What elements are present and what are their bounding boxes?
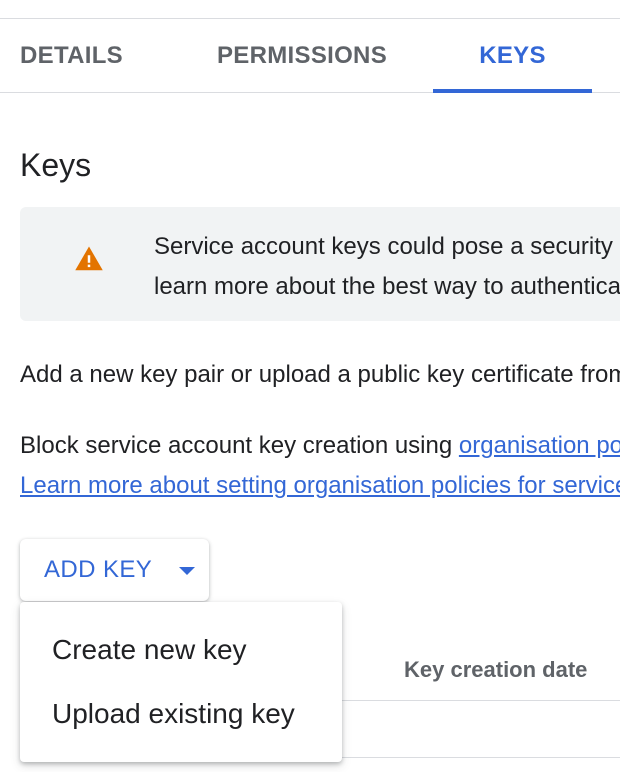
block-creation-prefix: Block service account key creation using [20,432,459,459]
block-creation-text: Block service account key creation using… [20,426,620,466]
menu-item-upload-existing-key[interactable]: Upload existing key [20,682,342,746]
active-tab-indicator [433,89,592,93]
column-header-key-creation-date[interactable]: Key creation date [404,640,587,700]
page: DETAILS PERMISSIONS KEYS Keys Service ac… [0,0,620,772]
menu-item-create-new-key[interactable]: Create new key [20,618,342,682]
tab-details[interactable]: DETAILS [20,19,123,92]
tab-permissions[interactable]: PERMISSIONS [217,19,387,92]
tab-keys-label: KEYS [479,42,546,69]
learn-more-link[interactable]: Learn more about setting organisation po… [20,472,620,499]
learn-more-line: Learn more about setting organisation po… [20,466,620,506]
warning-banner: Service account keys could pose a securi… [20,207,620,321]
caret-down-icon [179,567,195,575]
warning-icon [75,246,103,271]
organisation-policies-link[interactable]: organisation policies. [459,432,620,459]
warning-line-1: Service account keys could pose a securi… [154,233,620,260]
warning-message: Service account keys could pose a securi… [154,227,620,307]
section-title: Keys [20,147,92,183]
add-key-button[interactable]: ADD KEY [20,539,209,601]
warning-line-2: learn more about the best way to authent… [154,273,620,300]
add-key-description: Add a new key pair or upload a public ke… [20,361,620,388]
add-key-menu: Create new key Upload existing key [20,602,342,762]
add-key-label: ADD KEY [44,556,153,583]
tab-bar: DETAILS PERMISSIONS KEYS [0,19,620,93]
tab-keys[interactable]: KEYS [433,19,592,93]
